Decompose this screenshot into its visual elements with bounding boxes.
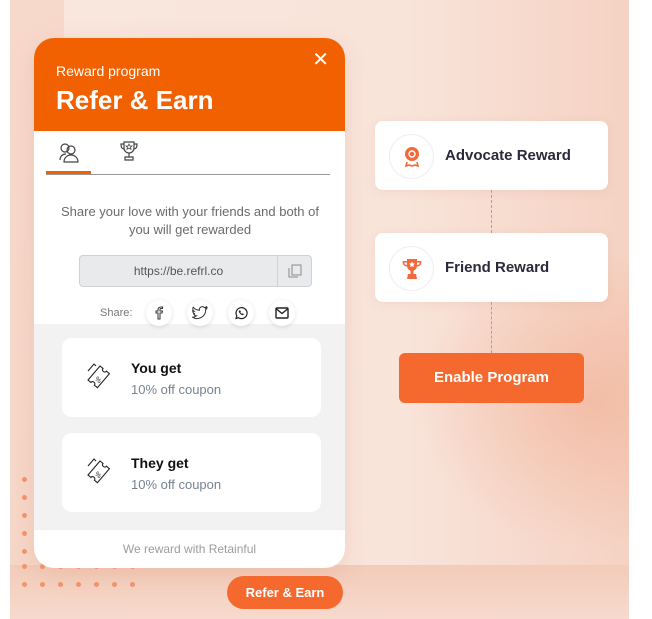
decorative-dot bbox=[112, 582, 117, 587]
copy-link-button[interactable] bbox=[277, 256, 311, 286]
enable-program-button[interactable]: Enable Program bbox=[399, 353, 584, 403]
close-icon: ✕ bbox=[312, 49, 329, 71]
share-whatsapp-button[interactable] bbox=[228, 300, 255, 326]
share-facebook-button[interactable] bbox=[146, 300, 173, 326]
referral-link-text[interactable]: https://be.refrl.co bbox=[80, 256, 277, 286]
referral-link-field[interactable]: https://be.refrl.co bbox=[79, 255, 312, 287]
reward-card-you: % You get 10% off coupon bbox=[62, 338, 321, 417]
step-icon-circle bbox=[389, 134, 434, 179]
decorative-dot bbox=[22, 531, 27, 536]
decorative-dot bbox=[22, 564, 27, 569]
widget-title: Refer & Earn bbox=[56, 85, 214, 115]
email-icon bbox=[275, 307, 290, 319]
step-label: Friend Reward bbox=[445, 259, 550, 276]
flow-connector bbox=[491, 190, 492, 233]
share-row: Share: bbox=[100, 300, 310, 326]
decorative-dot bbox=[22, 495, 27, 500]
decorative-dot bbox=[58, 582, 63, 587]
tab-rewards[interactable] bbox=[106, 140, 151, 172]
share-twitter-button[interactable] bbox=[187, 300, 214, 326]
widget-subtitle: Reward program bbox=[56, 63, 161, 79]
users-icon bbox=[58, 143, 79, 163]
trophy-icon bbox=[119, 141, 138, 161]
coupon-icon: % bbox=[87, 363, 111, 389]
badge-icon bbox=[404, 146, 419, 167]
card-subtitle: 10% off coupon bbox=[131, 477, 222, 492]
card-title: They get bbox=[131, 455, 189, 471]
decorative-dot bbox=[94, 582, 99, 587]
step-icon-circle bbox=[389, 246, 434, 291]
widget-footer: We reward with Retainful bbox=[122, 542, 257, 556]
share-label: Share: bbox=[100, 307, 133, 319]
coupon-icon: % bbox=[87, 458, 111, 484]
reward-card-they: % They get 10% off coupon bbox=[62, 433, 321, 512]
facebook-icon bbox=[155, 306, 164, 320]
whatsapp-icon bbox=[235, 307, 249, 320]
flow-connector bbox=[491, 302, 492, 353]
close-button[interactable]: ✕ bbox=[312, 50, 329, 70]
decorative-dot bbox=[22, 477, 27, 482]
widget-header: Reward program Refer & Earn ✕ bbox=[34, 38, 345, 131]
widget-tabs bbox=[46, 136, 330, 175]
decorative-dot bbox=[76, 582, 81, 587]
decorative-dot bbox=[22, 549, 27, 554]
decorative-dot bbox=[22, 513, 27, 518]
decorative-dot bbox=[40, 582, 45, 587]
share-email-button[interactable] bbox=[269, 300, 296, 326]
trophy-icon bbox=[402, 258, 421, 279]
referral-widget: Reward program Refer & Earn ✕ Share your… bbox=[34, 38, 345, 568]
decorative-dot bbox=[130, 582, 135, 587]
share-description: Share your love with your friends and bo… bbox=[61, 204, 319, 237]
twitter-icon bbox=[192, 306, 209, 320]
tab-referral[interactable] bbox=[46, 140, 91, 174]
card-subtitle: 10% off coupon bbox=[131, 382, 222, 397]
flow-step-advocate-reward[interactable]: Advocate Reward bbox=[375, 121, 608, 190]
step-label: Advocate Reward bbox=[445, 147, 571, 164]
decorative-dot bbox=[22, 582, 27, 587]
copy-icon bbox=[288, 264, 301, 278]
card-title: You get bbox=[131, 360, 182, 376]
flow-step-friend-reward[interactable]: Friend Reward bbox=[375, 233, 608, 302]
refer-earn-launcher-button[interactable]: Refer & Earn bbox=[227, 576, 343, 609]
